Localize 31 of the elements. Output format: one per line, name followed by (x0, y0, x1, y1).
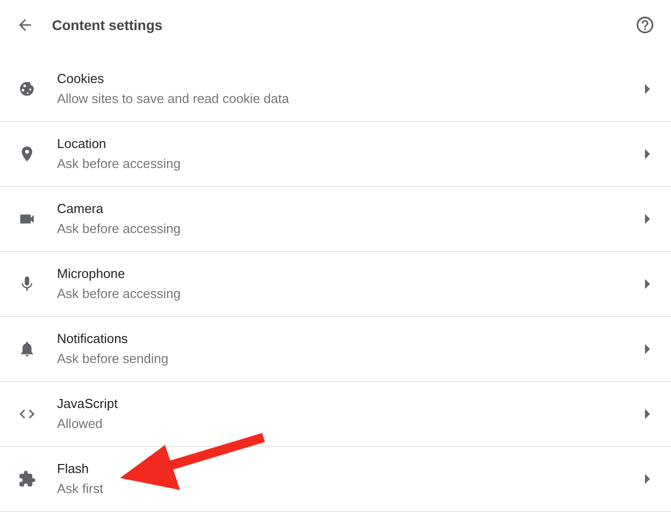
chevron-icon (643, 149, 651, 159)
help-icon[interactable] (635, 15, 655, 35)
settings-row[interactable]: Microphone Ask before accessing (0, 252, 671, 317)
row-subtitle: Ask before sending (57, 350, 170, 368)
settings-row[interactable]: Camera Ask before accessing (0, 187, 671, 252)
row-title: Microphone (57, 265, 126, 283)
row-subtitle: Ask first (57, 480, 104, 498)
settings-row[interactable]: Cookies Allow sites to save and read cookie data (0, 57, 671, 122)
page-title: Content settings (52, 16, 162, 35)
row-title: Camera (57, 200, 104, 218)
chevron-icon (643, 214, 651, 224)
row-subtitle: Allow sites to save and read cookie data (57, 90, 290, 108)
chevron-icon (643, 84, 651, 94)
row-subtitle: Ask before accessing (57, 285, 182, 303)
row-title: Location (57, 135, 108, 153)
row-subtitle: Ask before accessing (57, 155, 182, 173)
chevron-icon (643, 344, 651, 354)
row-subtitle: Ask before accessing (57, 220, 182, 238)
chevron-icon (643, 279, 651, 289)
row-title: Cookies (57, 70, 105, 88)
bell-icon (18, 340, 36, 358)
chevron-icon (643, 409, 651, 419)
cookie-icon (18, 80, 36, 98)
settings-row[interactable]: Notifications Ask before sending (0, 317, 671, 382)
row-subtitle: Allowed (57, 415, 104, 433)
row-title: Notifications (57, 330, 129, 348)
chevron-icon (643, 474, 651, 484)
settings-row[interactable]: Location Ask before accessing (0, 122, 671, 187)
puzzle-piece-icon (18, 470, 36, 488)
row-title: Flash (57, 460, 90, 478)
row-title: JavaScript (57, 395, 119, 413)
